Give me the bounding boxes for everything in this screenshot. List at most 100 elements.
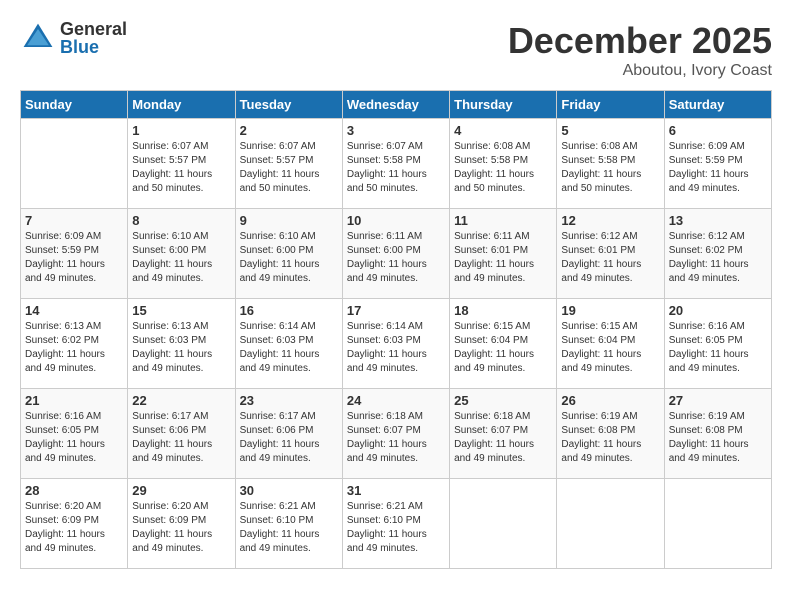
calendar-cell: 17 Sunrise: 6:14 AMSunset: 6:03 PMDayligh… <box>342 299 449 389</box>
page-header: General Blue December 2025 Aboutou, Ivor… <box>20 20 772 80</box>
day-number: 9 <box>240 213 338 228</box>
day-info: Sunrise: 6:16 AMSunset: 6:05 PMDaylight:… <box>669 320 767 376</box>
calendar-cell <box>557 479 664 569</box>
calendar-cell: 21Sunrise: 6:16 AMSunset: 6:05 PMDayligh… <box>21 389 128 479</box>
day-info: Sunrise: 6:20 AMSunset: 6:09 PMDaylight:… <box>132 500 230 556</box>
day-number: 30 <box>240 483 338 498</box>
day-info: Sunrise: 6:13 AMSunset: 6:03 PMDaylight:… <box>132 320 230 376</box>
day-info: Sunrise: 6:14 AMSunset: 6:03 PMDaylight:… <box>347 320 445 376</box>
calendar-cell: 2 Sunrise: 6:07 AMSunset: 5:57 PMDaylight… <box>235 119 342 209</box>
day-info: Sunrise: 6:09 AMSunset: 5:59 PMDaylight:… <box>25 230 123 286</box>
day-number: 11 <box>454 213 552 228</box>
day-info: Sunrise: 6:07 AMSunset: 5:57 PMDaylight:… <box>132 140 230 196</box>
calendar-cell: 11Sunrise: 6:11 AMSunset: 6:01 PMDayligh… <box>450 209 557 299</box>
location: Aboutou, Ivory Coast <box>508 62 772 80</box>
calendar-cell: 13 Sunrise: 6:12 AMSunset: 6:02 PMDayligh… <box>664 209 771 299</box>
calendar-table: SundayMondayTuesdayWednesdayThursdayFrid… <box>20 90 772 569</box>
day-info: Sunrise: 6:21 AMSunset: 6:10 PMDaylight:… <box>240 500 338 556</box>
day-info: Sunrise: 6:14 AMSunset: 6:03 PMDaylight:… <box>240 320 338 376</box>
calendar-cell: 26Sunrise: 6:19 AMSunset: 6:08 PMDayligh… <box>557 389 664 479</box>
day-number: 1 <box>132 123 230 138</box>
day-number: 2 <box>240 123 338 138</box>
calendar-cell: 10Sunrise: 6:11 AMSunset: 6:00 PMDayligh… <box>342 209 449 299</box>
calendar-cell: 1 Sunrise: 6:07 AMSunset: 5:57 PMDaylight… <box>128 119 235 209</box>
day-number: 8 <box>132 213 230 228</box>
day-info: Sunrise: 6:18 AMSunset: 6:07 PMDaylight:… <box>347 410 445 466</box>
calendar-cell: 6Sunrise: 6:09 AMSunset: 5:59 PMDaylight… <box>664 119 771 209</box>
calendar-cell: 8 Sunrise: 6:10 AMSunset: 6:00 PMDaylight… <box>128 209 235 299</box>
calendar-week-row: 14 Sunrise: 6:13 AMSunset: 6:02 PMDayligh… <box>21 299 772 389</box>
logo-text: General Blue <box>60 20 127 56</box>
title-block: December 2025 Aboutou, Ivory Coast <box>508 20 772 80</box>
logo-icon <box>20 20 56 56</box>
day-info: Sunrise: 6:19 AMSunset: 6:08 PMDaylight:… <box>669 410 767 466</box>
calendar-cell: 4 Sunrise: 6:08 AMSunset: 5:58 PMDaylight… <box>450 119 557 209</box>
col-header-friday: Friday <box>557 91 664 119</box>
calendar-cell: 12 Sunrise: 6:12 AMSunset: 6:01 PMDayligh… <box>557 209 664 299</box>
calendar-week-row: 7Sunrise: 6:09 AMSunset: 5:59 PMDaylight… <box>21 209 772 299</box>
day-info: Sunrise: 6:15 AMSunset: 6:04 PMDaylight:… <box>454 320 552 376</box>
day-number: 16 <box>240 303 338 318</box>
calendar-cell <box>450 479 557 569</box>
day-info: Sunrise: 6:17 AMSunset: 6:06 PMDaylight:… <box>132 410 230 466</box>
calendar-cell: 25 Sunrise: 6:18 AMSunset: 6:07 PMDayligh… <box>450 389 557 479</box>
calendar-cell: 30 Sunrise: 6:21 AMSunset: 6:10 PMDayligh… <box>235 479 342 569</box>
day-info: Sunrise: 6:10 AMSunset: 6:00 PMDaylight:… <box>240 230 338 286</box>
day-info: Sunrise: 6:12 AMSunset: 6:01 PMDaylight:… <box>561 230 659 286</box>
day-number: 25 <box>454 393 552 408</box>
day-number: 5 <box>561 123 659 138</box>
calendar-cell: 18Sunrise: 6:15 AMSunset: 6:04 PMDayligh… <box>450 299 557 389</box>
calendar-cell: 31Sunrise: 6:21 AMSunset: 6:10 PMDayligh… <box>342 479 449 569</box>
day-number: 3 <box>347 123 445 138</box>
calendar-cell: 16 Sunrise: 6:14 AMSunset: 6:03 PMDayligh… <box>235 299 342 389</box>
calendar-week-row: 28 Sunrise: 6:20 AMSunset: 6:09 PMDayligh… <box>21 479 772 569</box>
day-info: Sunrise: 6:21 AMSunset: 6:10 PMDaylight:… <box>347 500 445 556</box>
calendar-cell: 27 Sunrise: 6:19 AMSunset: 6:08 PMDayligh… <box>664 389 771 479</box>
calendar-cell: 19Sunrise: 6:15 AMSunset: 6:04 PMDayligh… <box>557 299 664 389</box>
calendar-cell: 28 Sunrise: 6:20 AMSunset: 6:09 PMDayligh… <box>21 479 128 569</box>
calendar-cell: 9 Sunrise: 6:10 AMSunset: 6:00 PMDaylight… <box>235 209 342 299</box>
day-number: 4 <box>454 123 552 138</box>
day-number: 28 <box>25 483 123 498</box>
col-header-wednesday: Wednesday <box>342 91 449 119</box>
day-number: 22 <box>132 393 230 408</box>
day-info: Sunrise: 6:18 AMSunset: 6:07 PMDaylight:… <box>454 410 552 466</box>
day-info: Sunrise: 6:08 AMSunset: 5:58 PMDaylight:… <box>561 140 659 196</box>
day-info: Sunrise: 6:10 AMSunset: 6:00 PMDaylight:… <box>132 230 230 286</box>
day-info: Sunrise: 6:13 AMSunset: 6:02 PMDaylight:… <box>25 320 123 376</box>
day-number: 10 <box>347 213 445 228</box>
calendar-cell: 5 Sunrise: 6:08 AMSunset: 5:58 PMDaylight… <box>557 119 664 209</box>
day-info: Sunrise: 6:07 AMSunset: 5:57 PMDaylight:… <box>240 140 338 196</box>
day-number: 19 <box>561 303 659 318</box>
calendar-cell <box>664 479 771 569</box>
col-header-saturday: Saturday <box>664 91 771 119</box>
calendar-cell: 20Sunrise: 6:16 AMSunset: 6:05 PMDayligh… <box>664 299 771 389</box>
day-info: Sunrise: 6:20 AMSunset: 6:09 PMDaylight:… <box>25 500 123 556</box>
calendar-cell: 23Sunrise: 6:17 AMSunset: 6:06 PMDayligh… <box>235 389 342 479</box>
logo-general: General <box>60 20 127 38</box>
day-number: 13 <box>669 213 767 228</box>
calendar-cell <box>21 119 128 209</box>
day-number: 17 <box>347 303 445 318</box>
day-number: 12 <box>561 213 659 228</box>
day-info: Sunrise: 6:16 AMSunset: 6:05 PMDaylight:… <box>25 410 123 466</box>
calendar-header-row: SundayMondayTuesdayWednesdayThursdayFrid… <box>21 91 772 119</box>
month-title: December 2025 <box>508 20 772 62</box>
calendar-cell: 7Sunrise: 6:09 AMSunset: 5:59 PMDaylight… <box>21 209 128 299</box>
day-info: Sunrise: 6:08 AMSunset: 5:58 PMDaylight:… <box>454 140 552 196</box>
day-info: Sunrise: 6:12 AMSunset: 6:02 PMDaylight:… <box>669 230 767 286</box>
calendar-cell: 3Sunrise: 6:07 AMSunset: 5:58 PMDaylight… <box>342 119 449 209</box>
day-number: 29 <box>132 483 230 498</box>
day-number: 27 <box>669 393 767 408</box>
day-number: 24 <box>347 393 445 408</box>
col-header-thursday: Thursday <box>450 91 557 119</box>
day-number: 14 <box>25 303 123 318</box>
logo: General Blue <box>20 20 127 56</box>
calendar-cell: 29 Sunrise: 6:20 AMSunset: 6:09 PMDayligh… <box>128 479 235 569</box>
day-number: 15 <box>132 303 230 318</box>
day-number: 26 <box>561 393 659 408</box>
day-info: Sunrise: 6:17 AMSunset: 6:06 PMDaylight:… <box>240 410 338 466</box>
col-header-sunday: Sunday <box>21 91 128 119</box>
day-info: Sunrise: 6:09 AMSunset: 5:59 PMDaylight:… <box>669 140 767 196</box>
col-header-tuesday: Tuesday <box>235 91 342 119</box>
